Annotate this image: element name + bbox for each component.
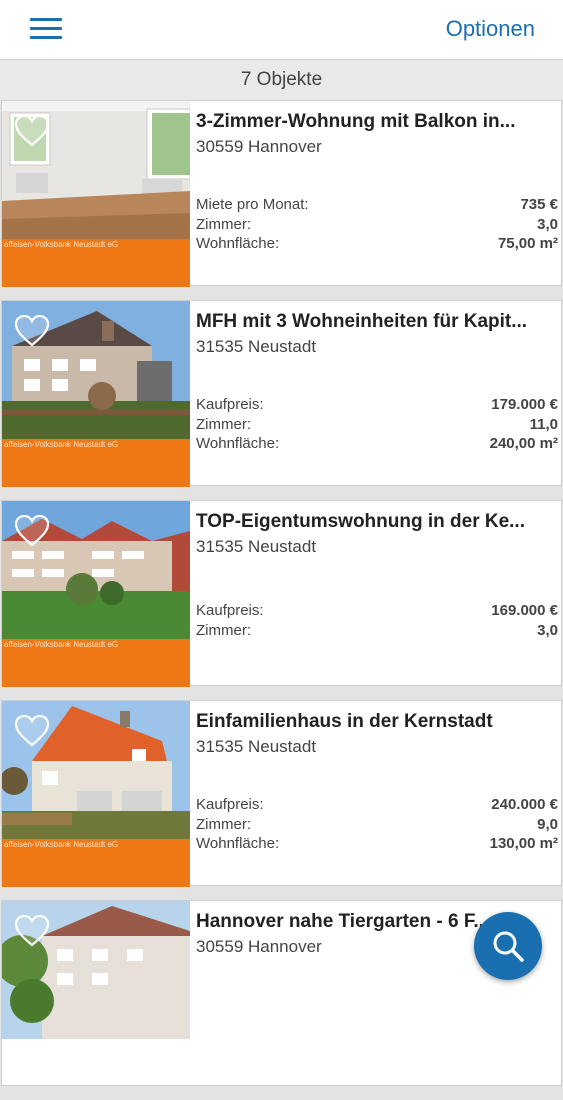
detail-value: 240,00 m² <box>489 435 558 452</box>
favorite-heart-icon[interactable] <box>14 315 50 347</box>
listing-info: 3-Zimmer-Wohnung mit Balkon in... 30559 … <box>196 101 558 287</box>
listing-thumbnail: affeisen-Volksbank Neustadt eG <box>2 501 190 687</box>
detail-value: 240.000 € <box>491 796 558 813</box>
options-button[interactable]: Optionen <box>446 16 535 42</box>
detail-value: 11,0 <box>529 415 558 433</box>
listing-info: TOP-Eigentumswohnung in der Ke... 31535 … <box>196 501 558 687</box>
listing-card[interactable]: affeisen-Volksbank Neustadt eG MFH mit 3… <box>1 300 562 487</box>
detail-value: 130,00 m² <box>489 835 558 852</box>
listing-title: TOP-Eigentumswohnung in der Ke... <box>196 511 525 532</box>
bank-label: affeisen-Volksbank Neustadt eG <box>2 639 190 687</box>
bank-label: affeisen-Volksbank Neustadt eG <box>2 239 190 287</box>
listing-thumbnail: affeisen-Volksbank Neustadt eG <box>2 301 190 487</box>
detail-value: 9,0 <box>537 815 558 833</box>
listing-thumbnail: affeisen-Volksbank Neustadt eG <box>2 101 190 287</box>
detail-label: Wohnfläche: <box>196 435 280 452</box>
listing-location: 30559 Hannover <box>196 137 322 156</box>
listing-title: MFH mit 3 Wohneinheiten für Kapit... <box>196 311 528 332</box>
detail-label: Zimmer: <box>196 621 251 639</box>
detail-row: Zimmer: 11,0 <box>196 415 558 435</box>
listing-location: 31535 Neustadt <box>196 537 317 556</box>
detail-row: Kaufpreis: 179.000 € <box>196 395 558 415</box>
listing-title: Einfamilienhaus in der Kernstadt <box>196 711 493 732</box>
listing-info: MFH mit 3 Wohneinheiten für Kapit... 315… <box>196 301 558 487</box>
detail-label: Kaufpreis: <box>196 396 264 413</box>
bank-label: affeisen-Volksbank Neustadt eG <box>2 439 190 487</box>
search-button[interactable] <box>474 912 542 980</box>
detail-label: Zimmer: <box>196 815 251 833</box>
search-icon <box>493 931 524 962</box>
top-bar: Optionen <box>0 0 563 60</box>
detail-value: 179.000 € <box>491 396 558 413</box>
listing-location: 30559 Hannover <box>196 937 322 956</box>
detail-label: Kaufpreis: <box>196 796 264 813</box>
listing-location: 31535 Neustadt <box>196 337 317 356</box>
listing-details: Kaufpreis: 240.000 € Zimmer: 9,0 Wohnflä… <box>196 795 558 854</box>
detail-row: Wohnfläche: 240,00 m² <box>196 434 558 454</box>
detail-label: Miete pro Monat: <box>196 196 309 213</box>
favorite-heart-icon[interactable] <box>14 915 50 947</box>
detail-label: Wohnfläche: <box>196 235 280 252</box>
result-count: 7 Objekte <box>0 60 563 100</box>
listing-card[interactable]: affeisen-Volksbank Neustadt eG TOP-Eigen… <box>1 500 562 687</box>
detail-value: 75,00 m² <box>497 235 558 252</box>
detail-value: 3,0 <box>537 621 558 639</box>
detail-row: Wohnfläche: 75,00 m² <box>196 234 558 254</box>
listing-info: Einfamilienhaus in der Kernstadt 31535 N… <box>196 701 558 887</box>
listing-thumbnail <box>2 901 190 1087</box>
detail-row: Kaufpreis: 240.000 € <box>196 795 558 815</box>
hamburger-menu-icon[interactable] <box>30 18 62 40</box>
detail-label: Kaufpreis: <box>196 602 264 619</box>
favorite-heart-icon[interactable] <box>14 515 50 547</box>
favorite-heart-icon[interactable] <box>14 715 50 747</box>
favorite-heart-icon[interactable] <box>14 115 50 147</box>
detail-value: 169.000 € <box>491 602 558 619</box>
bank-label: affeisen-Volksbank Neustadt eG <box>2 839 190 887</box>
detail-row: Wohnfläche: 130,00 m² <box>196 834 558 854</box>
detail-label: Wohnfläche: <box>196 835 280 852</box>
listing-thumbnail: affeisen-Volksbank Neustadt eG <box>2 701 190 887</box>
detail-label: Zimmer: <box>196 415 251 433</box>
detail-row: Zimmer: 3,0 <box>196 621 558 641</box>
detail-row: Kaufpreis: 169.000 € <box>196 601 558 621</box>
detail-value: 735 € <box>520 196 558 213</box>
listing-location: 31535 Neustadt <box>196 737 317 756</box>
listing-details: Miete pro Monat: 735 € Zimmer: 3,0 Wohnf… <box>196 195 558 254</box>
listing-title: 3-Zimmer-Wohnung mit Balkon in... <box>196 111 516 132</box>
listing-card[interactable]: affeisen-Volksbank Neustadt eG Einfamili… <box>1 700 562 887</box>
detail-row: Zimmer: 9,0 <box>196 815 558 835</box>
listing-card[interactable]: affeisen-Volksbank Neustadt eG 3-Zimmer-… <box>1 100 562 287</box>
listing-details: Kaufpreis: 169.000 € Zimmer: 3,0 <box>196 601 558 640</box>
listing-details: Kaufpreis: 179.000 € Zimmer: 11,0 Wohnfl… <box>196 395 558 454</box>
detail-value: 3,0 <box>537 215 558 233</box>
detail-row: Zimmer: 3,0 <box>196 215 558 235</box>
detail-label: Zimmer: <box>196 215 251 233</box>
detail-row: Miete pro Monat: 735 € <box>196 195 558 215</box>
